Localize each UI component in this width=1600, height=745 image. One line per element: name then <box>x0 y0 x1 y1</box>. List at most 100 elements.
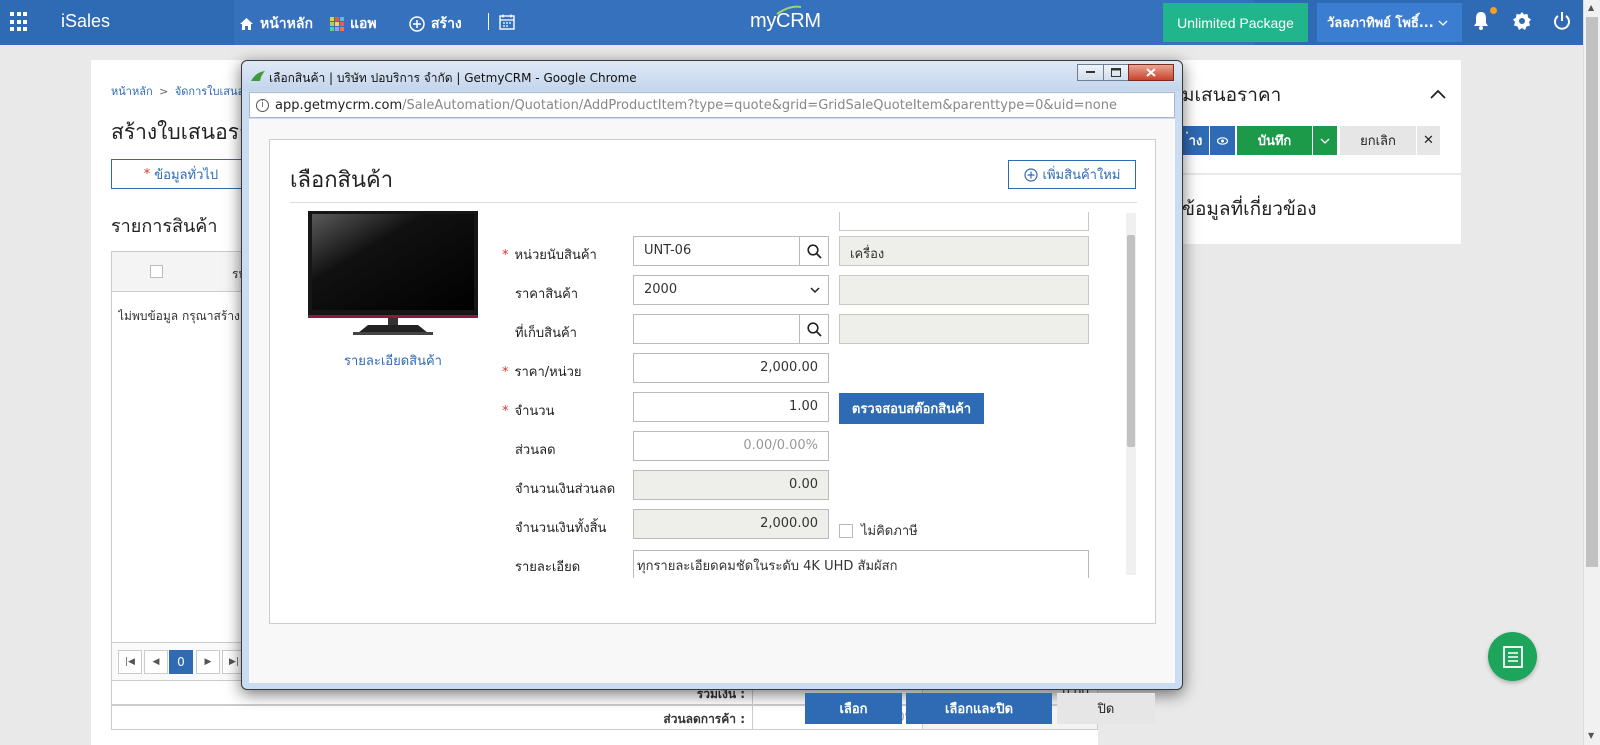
tab-general-info[interactable]: * ข้อมูลทั่วไป <box>111 159 251 189</box>
window-close-icon[interactable] <box>1128 64 1174 81</box>
window-titlebar[interactable]: เลือกสินค้า | บริษัท ปอบริการ จำกัด | Ge… <box>242 61 1182 91</box>
unit-label: * หน่วยนับสินค้า <box>502 248 597 263</box>
brand-name[interactable]: iSales <box>61 11 110 32</box>
empty-message: ไม่พบข้อมูล กรุณาสร้าง <box>118 309 240 323</box>
page-title: สร้างใบเสนอรา <box>111 120 251 144</box>
description-textarea[interactable]: ทุกรายละเอียดคมชัดในระดับ 4K UHD สัมผัสก <box>633 550 1089 578</box>
user-name: วัลลภาทิพย์ โพธิ์... <box>1327 16 1434 31</box>
nav-home[interactable]: หน้าหลัก <box>239 13 313 35</box>
no-tax-label: ไม่คิดภาษี <box>861 524 918 539</box>
check-stock-button[interactable]: ตรวจสอบสต๊อกสินค้า <box>839 393 984 424</box>
action-panel <box>1160 60 1461 173</box>
warehouse-input[interactable] <box>633 314 800 344</box>
scroll-up-icon[interactable]: ▲ <box>1588 3 1594 12</box>
next-page-button[interactable]: ▶ <box>196 650 220 674</box>
logo-swoosh-icon <box>776 5 802 15</box>
dialog-divider <box>290 202 1137 203</box>
nav-create[interactable]: สร้าง <box>409 13 462 35</box>
bell-icon[interactable] <box>1472 11 1490 35</box>
no-tax-option[interactable]: ไม่คิดภาษี <box>839 520 918 541</box>
total-amount-field: 2,000.00 <box>633 509 829 539</box>
chevron-down-icon <box>810 287 820 294</box>
breadcrumb-home[interactable]: หน้าหลัก <box>111 85 153 98</box>
unit-search-icon[interactable] <box>799 236 829 266</box>
chevron-up-icon[interactable] <box>1430 88 1446 103</box>
plus-circle-icon <box>409 16 425 32</box>
info-icon[interactable]: i <box>256 98 269 112</box>
notes-fab-button[interactable] <box>1488 632 1537 681</box>
discount-label: ส่วนลด <box>515 443 556 458</box>
current-page[interactable]: 0 <box>169 650 193 674</box>
unit-price-label: * ราคา/หน่วย <box>502 365 582 380</box>
gear-icon[interactable] <box>1512 11 1532 35</box>
related-info-title: ข้อมูลที่เกี่ยวข้อง <box>1182 198 1317 220</box>
dialog-scrollbar-thumb[interactable] <box>1127 235 1135 447</box>
scroll-down-icon[interactable]: ▼ <box>1588 731 1594 740</box>
discount-input[interactable]: 0.00/0.00% <box>633 431 829 461</box>
unit-price-input[interactable]: 2,000.00 <box>633 353 829 383</box>
page-scrollbar[interactable]: ▲ ▼ <box>1583 0 1600 745</box>
products-table: รหั ไม่พบข้อมูล กรุณาสร้าง |◀ ◀ 0 ▶ ▶| <box>111 251 251 681</box>
nav-apps[interactable]: แอพ <box>330 13 377 35</box>
close-button[interactable]: ปิด <box>1057 693 1155 724</box>
app-grid-icon[interactable] <box>10 12 30 32</box>
dialog-scrollbar[interactable] <box>1126 213 1136 575</box>
unit-name-field: เครื่อง <box>839 236 1089 266</box>
discount-amount-label: จำนวนเงินส่วนลด <box>515 482 616 497</box>
product-dialog: เลือกสินค้า เพิ่มสินค้าใหม่ รายละเอียดสิ… <box>269 139 1156 624</box>
breadcrumb: หน้าหลัก > จัดการใบเสนอร <box>111 82 250 100</box>
save-options-chevron-icon[interactable] <box>1313 126 1337 155</box>
unit-input[interactable]: UNT-06 <box>633 236 800 266</box>
save-draft-button[interactable]: ่าง <box>1182 126 1209 155</box>
close-icon[interactable]: ✕ <box>1417 126 1440 155</box>
pager: |◀ ◀ 0 ▶ ▶| <box>112 642 250 680</box>
add-product-label: เพิ่มสินค้าใหม่ <box>1042 168 1121 183</box>
first-page-button[interactable]: |◀ <box>118 650 142 674</box>
package-button[interactable]: Unlimited Package <box>1163 3 1308 42</box>
warehouse-search-icon[interactable] <box>799 314 829 344</box>
user-menu[interactable]: วัลลภาทิพย์ โพธิ์... <box>1317 3 1462 42</box>
breadcrumb-separator: > <box>159 85 169 98</box>
minimize-icon[interactable] <box>1077 64 1104 81</box>
dialog-title: เลือกสินค้า <box>290 168 394 193</box>
window-title: เลือกสินค้า | บริษัท ปอบริการ จำกัด | Ge… <box>269 71 637 85</box>
select-and-close-button[interactable]: เลือกและปิด <box>906 693 1052 724</box>
table-header: รหั <box>112 252 250 292</box>
calendar-icon[interactable] <box>499 14 515 34</box>
maximize-icon[interactable] <box>1103 64 1129 81</box>
home-icon <box>240 18 253 30</box>
no-tax-checkbox[interactable] <box>839 523 853 538</box>
document-list-icon <box>1502 645 1523 668</box>
summary-label: ส่วนลดการค้า : <box>663 712 745 726</box>
prev-page-button[interactable]: ◀ <box>144 650 168 674</box>
price-list-select[interactable]: 2000 <box>633 275 829 305</box>
url-host: app.getmycrm.com <box>275 97 403 113</box>
description-label: รายละเอียด <box>515 560 581 575</box>
warehouse-extra-field <box>839 314 1089 344</box>
quantity-input[interactable]: 1.00 <box>633 392 829 422</box>
total-amount-label: จำนวนเงินทั้งสิ้น <box>515 521 607 536</box>
previous-field-extra <box>839 212 1089 231</box>
product-detail-link[interactable]: รายละเอียดสินค้า <box>308 350 478 371</box>
product-image <box>308 211 478 337</box>
breadcrumb-quotation[interactable]: จัดการใบเสนอร <box>175 85 250 98</box>
nav-create-label: สร้าง <box>431 16 462 32</box>
price-list-extra-field <box>839 275 1089 305</box>
add-product-button[interactable]: เพิ่มสินค้าใหม่ <box>1008 160 1136 189</box>
product-picker-window: เลือกสินค้า | บริษัท ปอบริการ จำกัด | Ge… <box>241 60 1183 724</box>
select-button[interactable]: เลือก <box>805 693 902 724</box>
save-button[interactable]: บันทึก <box>1237 126 1312 155</box>
price-list-label: ราคาสินค้า <box>515 287 579 302</box>
nav-home-label: หน้าหลัก <box>260 16 313 32</box>
tab-general-label: ข้อมูลทั่วไป <box>154 167 219 183</box>
power-icon[interactable] <box>1553 11 1571 35</box>
cancel-button[interactable]: ยกเลิก <box>1340 126 1416 155</box>
scrollbar-thumb[interactable] <box>1586 17 1598 567</box>
getmycrm-favicon-icon <box>251 71 265 81</box>
address-bar[interactable]: i app.getmycrm.com/SaleAutomation/Quotat… <box>249 92 1175 118</box>
quantity-label: * จำนวน <box>502 404 555 419</box>
nav-strip <box>234 0 1254 45</box>
required-mark: * <box>143 166 151 182</box>
preview-eye-icon[interactable] <box>1210 126 1235 155</box>
select-all-checkbox[interactable] <box>150 265 163 278</box>
